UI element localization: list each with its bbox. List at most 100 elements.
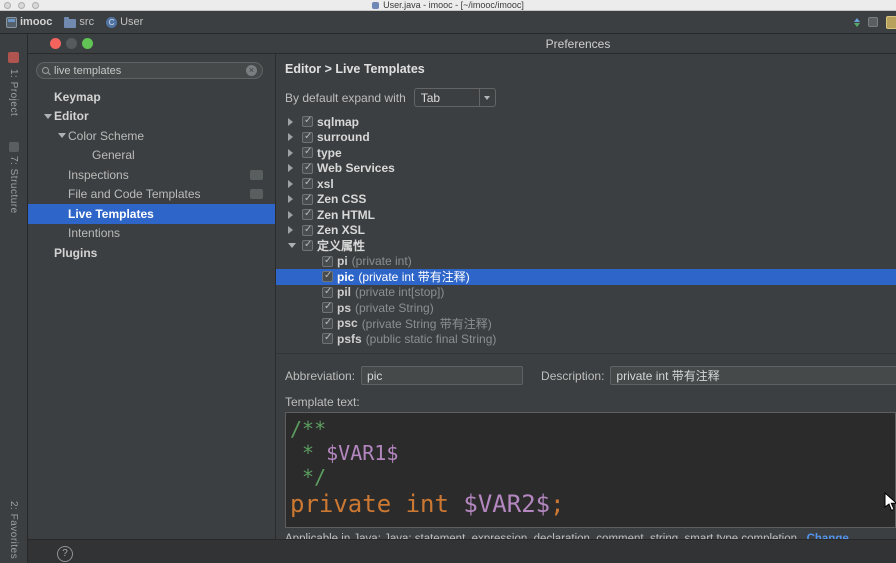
breadcrumb-project[interactable]: imooc — [6, 16, 52, 28]
checkbox-checked-icon[interactable] — [322, 270, 333, 283]
structure-tool-icon[interactable] — [8, 142, 19, 153]
chevron-down-icon[interactable] — [478, 89, 495, 106]
dialog-body: × Keymap Editor Color Scheme General — [28, 54, 896, 539]
tool-window-structure-button[interactable]: 7: Structure — [8, 156, 19, 214]
dialog-footer: ? — [28, 539, 896, 563]
expand-with-label: By default expand with — [285, 90, 406, 105]
template-group-zen-html[interactable]: Zen HTML — [276, 207, 896, 223]
tool-window-favorites-button[interactable]: 2: Favorites — [8, 501, 19, 559]
code-line: /** — [290, 417, 327, 441]
settings-sidebar: × Keymap Editor Color Scheme General — [28, 54, 276, 539]
divider — [276, 353, 896, 354]
chevron-right-icon[interactable] — [288, 179, 298, 188]
checkbox-checked-icon[interactable] — [322, 255, 333, 267]
arrow-down-icon — [854, 22, 860, 27]
close-dialog-icon[interactable] — [50, 38, 61, 49]
template-group-zen-xsl[interactable]: Zen XSL — [276, 223, 896, 239]
settings-search-box[interactable]: × — [36, 62, 263, 79]
template-item-pi[interactable]: pi (private int) — [276, 254, 896, 270]
expand-with-row: By default expand with Tab — [285, 88, 896, 107]
template-text-label: Template text: — [285, 395, 360, 409]
settings-breadcrumb: Editor > Live Templates — [285, 62, 425, 76]
class-icon: C — [106, 16, 118, 28]
help-button[interactable]: ? — [57, 546, 73, 562]
sidebar-item-file-and-code-templates[interactable]: File and Code Templates — [28, 185, 275, 205]
chevron-down-icon[interactable] — [288, 243, 298, 249]
template-item-pic[interactable]: pic (private int 带有注释) — [276, 269, 896, 285]
sidebar-item-plugins[interactable]: Plugins — [28, 243, 275, 263]
java-file-icon — [372, 1, 380, 9]
sidebar-item-general[interactable]: General — [28, 146, 275, 166]
checkbox-checked-icon[interactable] — [302, 193, 313, 205]
template-group-type[interactable]: type — [276, 145, 896, 161]
tool-window-project-button[interactable]: 1: Project — [8, 69, 19, 116]
template-group-custom[interactable]: 定义属性 — [276, 238, 896, 254]
chevron-right-icon[interactable] — [288, 133, 298, 142]
chevron-right-icon[interactable] — [288, 226, 298, 235]
template-item-psc[interactable]: psc (private String 带有注释) — [276, 316, 896, 332]
checkbox-checked-icon[interactable] — [302, 208, 313, 221]
checkbox-checked-icon[interactable] — [322, 317, 333, 329]
checkbox-checked-icon[interactable] — [302, 162, 313, 174]
settings-icon[interactable] — [868, 17, 878, 27]
template-group-surround[interactable]: surround — [276, 130, 896, 146]
sidebar-item-color-scheme[interactable]: Color Scheme — [28, 126, 275, 146]
sidebar-item-live-templates[interactable]: Live Templates — [28, 204, 275, 224]
ide-screen: User.java - imooc - [~/imooc/imooc] imoo… — [0, 0, 896, 563]
expand-with-select[interactable]: Tab — [413, 88, 496, 107]
checkbox-checked-icon[interactable] — [322, 301, 333, 314]
chevron-right-icon[interactable] — [288, 148, 298, 157]
template-group-zen-css[interactable]: Zen CSS — [276, 192, 896, 208]
template-group-xsl[interactable]: xsl — [276, 176, 896, 192]
minimize-dialog-icon — [66, 38, 77, 49]
code-line: */ — [290, 465, 327, 489]
mouse-cursor — [884, 492, 896, 512]
chevron-right-icon[interactable] — [288, 164, 298, 173]
checkbox-checked-icon[interactable] — [302, 239, 313, 252]
settings-modified-icon — [250, 169, 263, 180]
code-line: private int $VAR2$; — [290, 490, 565, 518]
dialog-titlebar[interactable]: Preferences — [28, 34, 896, 54]
breadcrumb-class[interactable]: C User — [106, 16, 143, 28]
template-item-psfs[interactable]: psfs (public static final String) — [276, 331, 896, 347]
sidebar-item-keymap[interactable]: Keymap — [28, 87, 275, 107]
checkbox-checked-icon[interactable] — [302, 115, 313, 128]
chevron-right-icon[interactable] — [288, 117, 298, 126]
debug-tool-icon[interactable] — [8, 52, 19, 63]
os-titlebar: User.java - imooc - [~/imooc/imooc] — [0, 0, 896, 11]
chevron-down-icon[interactable] — [41, 113, 54, 119]
template-text-editor[interactable]: /** * $VAR1$ */ private int $VAR2$; — [285, 412, 896, 528]
template-item-pil[interactable]: pil (private int[stop]) — [276, 285, 896, 301]
checkbox-checked-icon[interactable] — [302, 146, 313, 159]
abbreviation-field[interactable] — [361, 366, 524, 385]
chevron-right-icon[interactable] — [288, 210, 298, 219]
breadcrumb-src[interactable]: src — [64, 16, 94, 28]
maven-tool-icon[interactable] — [886, 15, 896, 29]
checkbox-checked-icon[interactable] — [302, 177, 313, 190]
template-group-sqlmap[interactable]: sqlmap — [276, 114, 896, 130]
sidebar-item-inspections[interactable]: Inspections — [28, 165, 275, 185]
clear-search-icon[interactable]: × — [246, 65, 257, 76]
sidebar-item-editor[interactable]: Editor — [28, 107, 275, 127]
sidebar-item-intentions[interactable]: Intentions — [28, 224, 275, 244]
code-line: * $VAR1$ — [290, 441, 399, 465]
zoom-dialog-icon[interactable] — [82, 38, 93, 49]
checkbox-checked-icon[interactable] — [322, 332, 333, 345]
chevron-right-icon[interactable] — [288, 195, 298, 204]
template-group-web-services[interactable]: Web Services — [276, 161, 896, 177]
window-title-text: User.java - imooc - [~/imooc/imooc] — [383, 0, 524, 10]
toolbar-right-icons — [854, 11, 896, 33]
settings-modified-icon — [250, 189, 263, 200]
template-item-ps[interactable]: ps (private String) — [276, 300, 896, 316]
checkbox-checked-icon[interactable] — [302, 131, 313, 143]
description-field[interactable] — [610, 366, 896, 385]
template-fields-row: Abbreviation: Description: — [285, 366, 896, 385]
checkbox-checked-icon[interactable] — [322, 286, 333, 298]
preferences-dialog: Preferences × Keymap Editor — [28, 34, 896, 563]
dialog-window-controls — [50, 38, 93, 49]
chevron-down-icon[interactable] — [55, 133, 68, 139]
search-input[interactable] — [54, 64, 241, 77]
checkbox-checked-icon[interactable] — [302, 224, 313, 236]
vcs-update-commit-icon[interactable] — [854, 17, 860, 27]
tool-window-stripe-left: 1: Project 7: Structure 2: Favorites — [0, 34, 28, 563]
